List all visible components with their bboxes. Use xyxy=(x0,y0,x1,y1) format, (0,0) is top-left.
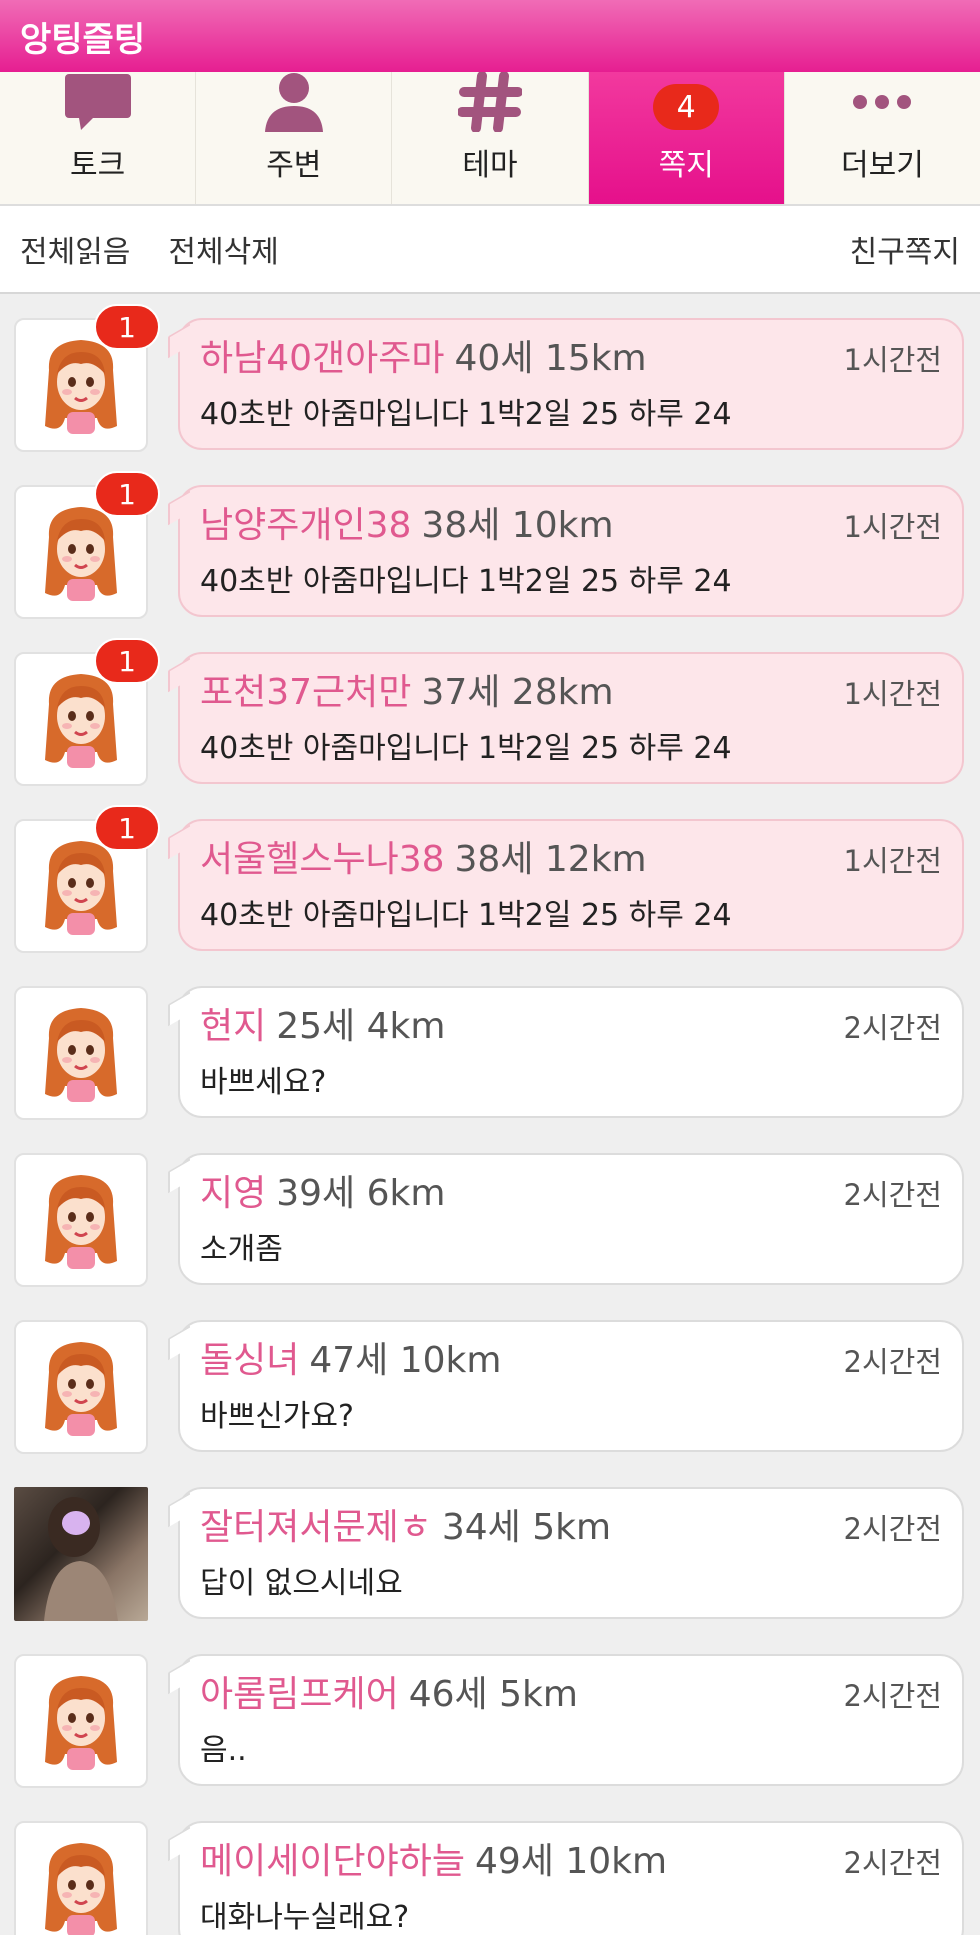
sender-name: 돌싱녀 xyxy=(200,1340,300,1381)
sender-info: 38세 12km xyxy=(454,839,647,880)
delete-all-button[interactable]: 전체삭제 xyxy=(168,227,278,271)
tab-theme[interactable]: 테마 xyxy=(392,72,589,204)
message-bubble[interactable]: 메이세이단야하늘 49세 10km 2시간전 대화나누실래요? xyxy=(178,1821,964,1935)
message-bubble[interactable]: 남양주개인38 38세 10km 1시간전 40초반 아줌마입니다 1박2일 2… xyxy=(178,485,964,617)
message-time: 1시간전 xyxy=(843,343,943,377)
app-title: 앙팅즐팅 xyxy=(20,19,146,60)
friend-message-button[interactable]: 친구쪽지 xyxy=(850,227,960,271)
sender-name: 메이세이단야하늘 xyxy=(200,1841,465,1882)
message-time: 2시간전 xyxy=(843,1178,943,1212)
tab-label: 쪽지 xyxy=(658,148,714,183)
message-bubble[interactable]: 지영 39세 6km 2시간전 소개좀 xyxy=(178,1153,964,1285)
sender-name: 포천37근처만 xyxy=(200,672,412,713)
sender-name: 지영 xyxy=(200,1173,267,1214)
message-time: 2시간전 xyxy=(843,1679,943,1713)
tab-label: 주변 xyxy=(266,148,322,183)
message-preview: 40초반 아줌마입니다 1박2일 25 하루 24 xyxy=(200,898,732,933)
sender-info: 49세 10km xyxy=(474,1841,668,1882)
message-bubble[interactable]: 포천37근처만 37세 28km 1시간전 40초반 아줌마입니다 1박2일 2… xyxy=(178,652,964,784)
avatar[interactable] xyxy=(14,986,148,1120)
message-item[interactable]: 지영 39세 6km 2시간전 소개좀 xyxy=(0,1139,980,1306)
message-preview: 바쁘신가요? xyxy=(200,1399,354,1434)
read-all-button[interactable]: 전체읽음 xyxy=(20,227,130,271)
message-item[interactable]: 아롬림프케어 46세 5km 2시간전 음.. xyxy=(0,1640,980,1807)
tab-more[interactable]: 더보기 xyxy=(785,72,980,204)
unread-badge: 1 xyxy=(94,304,160,350)
hashtag-icon xyxy=(458,72,522,132)
message-time: 1시간전 xyxy=(843,510,943,544)
message-preview: 대화나누실래요? xyxy=(200,1900,410,1935)
avatar[interactable] xyxy=(14,1654,148,1788)
sender-info: 46세 5km xyxy=(408,1674,578,1715)
unread-badge: 1 xyxy=(94,471,160,517)
sender-info: 25세 4km xyxy=(276,1006,446,1047)
sender-info: 39세 6km xyxy=(276,1173,446,1214)
tab-label: 토크 xyxy=(70,148,126,183)
tab-bar: 토크 주변 테마 4 쪽지 더보기 xyxy=(0,72,980,206)
message-preview: 바쁘세요? xyxy=(200,1065,327,1100)
message-item[interactable]: 1 남양주개인38 38세 10km 1시간전 40초반 아줌마입니다 1박2일… xyxy=(0,471,980,638)
tab-messages[interactable]: 4 쪽지 xyxy=(588,72,785,204)
message-bubble[interactable]: 서울헬스누나38 38세 12km 1시간전 40초반 아줌마입니다 1박2일 … xyxy=(178,819,964,951)
message-bubble[interactable]: 아롬림프케어 46세 5km 2시간전 음.. xyxy=(178,1654,964,1786)
person-icon xyxy=(259,70,329,132)
message-preview: 소개좀 xyxy=(200,1232,283,1267)
avatar[interactable] xyxy=(14,1487,148,1621)
avatar[interactable] xyxy=(14,1320,148,1454)
sender-name: 서울헬스누나38 xyxy=(200,839,445,880)
tab-label: 더보기 xyxy=(841,148,924,183)
sender-info: 47세 10km xyxy=(309,1340,502,1381)
message-time: 2시간전 xyxy=(843,1846,943,1880)
message-item[interactable]: 1 하남40갠아주마 40세 15km 1시간전 40초반 아줌마입니다 1박2… xyxy=(0,304,980,471)
sender-name: 남양주개인38 xyxy=(200,505,412,546)
message-preview: 40초반 아줌마입니다 1박2일 25 하루 24 xyxy=(200,731,732,766)
message-count-badge: 4 xyxy=(653,84,720,130)
message-time: 1시간전 xyxy=(843,844,943,878)
tab-nearby[interactable]: 주변 xyxy=(196,70,393,204)
message-item[interactable]: 1 서울헬스누나38 38세 12km 1시간전 40초반 아줌마입니다 1박2… xyxy=(0,805,980,972)
message-item[interactable]: 1 포천37근처만 37세 28km 1시간전 40초반 아줌마입니다 1박2일… xyxy=(0,638,980,805)
message-item[interactable]: 현지 25세 4km 2시간전 바쁘세요? xyxy=(0,972,980,1139)
message-preview: 답이 없으시네요 xyxy=(200,1566,403,1601)
sender-info: 40세 15km xyxy=(454,338,647,379)
message-time: 1시간전 xyxy=(843,677,943,711)
sender-name: 현지 xyxy=(200,1006,267,1047)
sender-name: 잘터져서문제ㅎ xyxy=(200,1507,432,1548)
chat-bubble-icon xyxy=(63,72,133,132)
app-title-bar: 앙팅즐팅 xyxy=(0,0,980,72)
message-preview: 40초반 아줌마입니다 1박2일 25 하루 24 xyxy=(200,564,732,599)
unread-badge: 1 xyxy=(94,805,160,851)
message-preview: 음.. xyxy=(200,1733,247,1768)
message-time: 2시간전 xyxy=(843,1345,943,1379)
message-time: 2시간전 xyxy=(843,1011,943,1045)
sender-info: 34세 5km xyxy=(441,1507,612,1548)
message-bubble[interactable]: 현지 25세 4km 2시간전 바쁘세요? xyxy=(178,986,964,1118)
sender-info: 37세 28km xyxy=(421,672,614,713)
more-dots-icon xyxy=(847,72,917,132)
message-list: 1 하남40갠아주마 40세 15km 1시간전 40초반 아줌마입니다 1박2… xyxy=(0,294,980,1935)
message-time: 2시간전 xyxy=(843,1512,943,1546)
avatar[interactable] xyxy=(14,1153,148,1287)
action-bar: 전체읽음 전체삭제 친구쪽지 xyxy=(0,206,980,294)
message-item[interactable]: 잘터져서문제ㅎ 34세 5km 2시간전 답이 없으시네요 xyxy=(0,1473,980,1640)
unread-badge: 1 xyxy=(94,638,160,684)
sender-name: 아롬림프케어 xyxy=(200,1674,399,1715)
message-bubble[interactable]: 잘터져서문제ㅎ 34세 5km 2시간전 답이 없으시네요 xyxy=(178,1487,964,1619)
sender-name: 하남40갠아주마 xyxy=(200,338,445,379)
tab-talk[interactable]: 토크 xyxy=(0,72,197,204)
avatar[interactable] xyxy=(14,1821,148,1935)
message-item[interactable]: 돌싱녀 47세 10km 2시간전 바쁘신가요? xyxy=(0,1306,980,1473)
message-bubble[interactable]: 돌싱녀 47세 10km 2시간전 바쁘신가요? xyxy=(178,1320,964,1452)
message-preview: 40초반 아줌마입니다 1박2일 25 하루 24 xyxy=(200,397,732,432)
message-bubble[interactable]: 하남40갠아주마 40세 15km 1시간전 40초반 아줌마입니다 1박2일 … xyxy=(178,318,964,450)
tab-label: 테마 xyxy=(462,148,518,183)
sender-info: 38세 10km xyxy=(421,505,614,546)
message-item[interactable]: 메이세이단야하늘 49세 10km 2시간전 대화나누실래요? xyxy=(0,1807,980,1935)
